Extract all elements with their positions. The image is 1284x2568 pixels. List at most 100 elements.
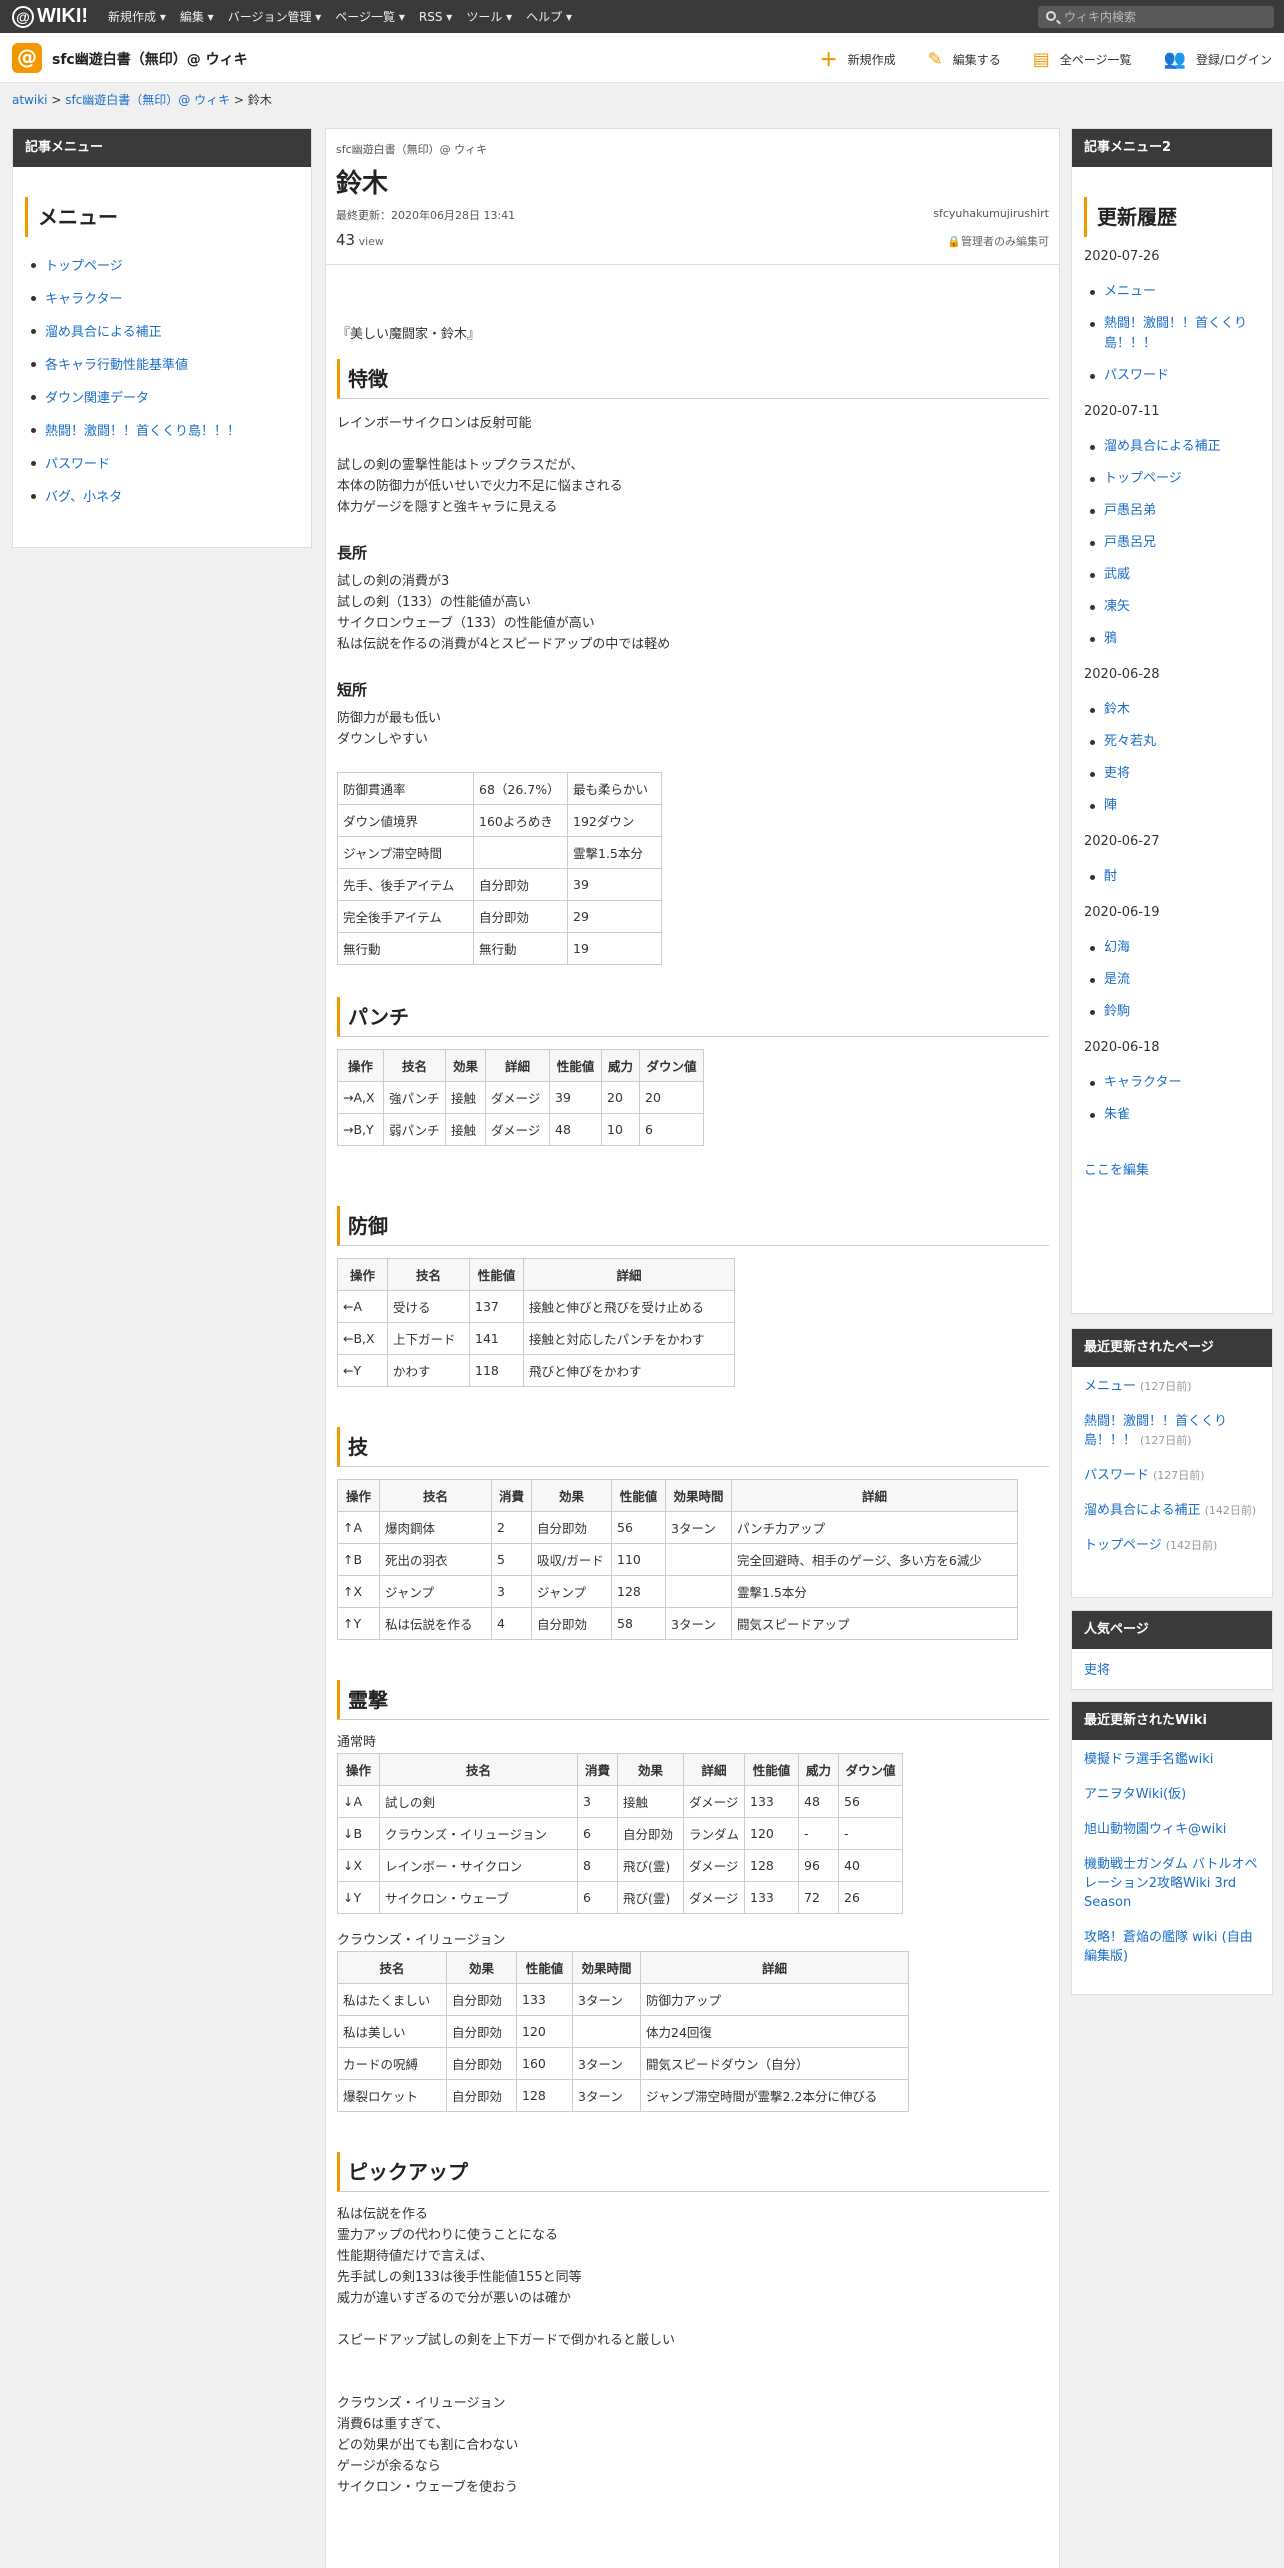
table-header-cell: 消費 [491, 1479, 532, 1512]
recent-wiki-link[interactable]: 機動戦士ガンダム バトルオペレーション2攻略Wiki 3rd Season [1084, 1855, 1260, 1912]
table-cell: 自分即効 [446, 2015, 517, 2048]
table-cell: 39 [549, 1081, 602, 1114]
table-cell: 56 [838, 1785, 904, 1818]
history-link[interactable]: 鴉 [1104, 631, 1117, 646]
top-menu-item[interactable]: ページ一覧 ▾ [335, 8, 405, 25]
top-menu-item[interactable]: 編集 ▾ [180, 8, 214, 25]
top-menu-item[interactable]: ヘルプ ▾ [526, 8, 572, 25]
top-menu-item[interactable]: 新規作成 ▾ [108, 8, 166, 25]
view-count: 43 view [336, 231, 384, 249]
history-link[interactable]: 熱闘！激闘！！首くくり島！！！ [1104, 316, 1247, 351]
right-menu-box: 記事メニュー2 更新履歴 2020-07-26 メニュー 熱闘！激闘！！首くくり島！… [1071, 128, 1273, 1314]
breadcrumb-link[interactable]: atwiki [12, 93, 48, 107]
table-cell: ↑Y [337, 1607, 380, 1640]
history-link[interactable]: 鈴木 [1104, 702, 1130, 717]
punch-row: →A,X 強パンチ 接触 ダメージ 39 20 20 [337, 1081, 704, 1114]
breadcrumb-link[interactable]: sfc幽遊白書（無印）@ ウィキ [65, 93, 230, 107]
table-cell: ↑X [337, 1575, 380, 1608]
left-menu-link[interactable]: バグ、小ネタ [45, 490, 122, 505]
table-cell: 防御力アップ [640, 1983, 909, 2016]
history-link[interactable]: 武威 [1104, 567, 1130, 582]
table-cell: 闘気スピードダウン（自分） [640, 2047, 909, 2080]
recent-page-link[interactable]: トップページ [1084, 1538, 1162, 1553]
table-cell: 6 [577, 1817, 618, 1850]
history-list: 鈴木 死々若丸 吏将陣 [1090, 700, 1272, 816]
features-line: 本体の防御力が低いせいで火力不足に悩まされる [337, 479, 623, 494]
table-cell: 霊撃1.5本分 [567, 836, 662, 869]
history-link[interactable]: 朱雀 [1104, 1107, 1130, 1122]
history-link[interactable]: 陣 [1104, 798, 1117, 813]
atwiki-logo[interactable]: @ WIKI! [12, 4, 88, 29]
history-link[interactable]: 幻海 [1104, 940, 1130, 955]
table-cell: ←A [337, 1290, 388, 1323]
history-link[interactable]: 戸愚呂兄 [1104, 535, 1156, 550]
cons-line: 防御力が最も低い [337, 711, 442, 726]
history-link[interactable]: 吏将 [1104, 766, 1130, 781]
right-menu-header: 記事メニュー2 [1072, 129, 1272, 167]
punch-row: →B,Y 弱パンチ 接触 ダメージ 48 10 6 [337, 1113, 704, 1146]
history-date: 2020-06-27 [1084, 834, 1160, 849]
site-action-button[interactable]: ＋ 新規作成 [820, 46, 896, 72]
recent-wiki-link[interactable]: アニヲタWiki(仮) [1084, 1785, 1260, 1804]
site-action-button[interactable]: ▤ 全ページ一覧 [1033, 49, 1132, 70]
page-author[interactable]: sfcyuhakumujirushirt [933, 207, 1049, 220]
recent-page-link[interactable]: 溜め具合による補正 [1084, 1503, 1201, 1518]
table-cell: 110 [611, 1543, 666, 1576]
table-cell: 118 [469, 1354, 524, 1387]
table-cell: 133 [744, 1785, 800, 1818]
history-date: 2020-07-11 [1084, 404, 1160, 419]
recent-wiki-list: 模擬ドラ選手名鑑wiki アニヲタWiki(仮) 旭山動物園ウィキ@wiki 機動戦士… [1072, 1740, 1272, 1992]
history-link[interactable]: 死々若丸 [1104, 734, 1156, 749]
left-menu-link[interactable]: キャラクター [45, 292, 122, 307]
history-link[interactable]: 酎 [1104, 869, 1117, 884]
pickup-line: スピードアップ試しの剣を上下ガードで倒かれると厳しい [337, 2333, 676, 2348]
recent-page-age: (127日前) [1153, 1469, 1205, 1482]
left-menu-link[interactable]: ダウン関連データ [45, 391, 149, 406]
stats-table: 防御貫通率 68（26.7%） 最も柔らかい ダウン値境界 160よろめき 192ダウンジ… [337, 772, 662, 965]
skill-row: ↑Y 私は伝説を作る 4 自分即効 58 3ターン 闘気スピードアップ [337, 1607, 1018, 1640]
table-cell: 120 [516, 2015, 573, 2048]
table-header-row: 技名 効果 性能値 効果時間 詳細 [337, 1951, 909, 1984]
top-menu-item[interactable]: RSS ▾ [419, 10, 452, 24]
site-action-button[interactable]: ✎ 編集する [928, 49, 1001, 70]
table-cell: クラウンズ・イリュージョン [379, 1817, 578, 1850]
history-link[interactable]: 鈴駒 [1104, 1004, 1130, 1019]
top-menu-item[interactable]: バージョン管理 ▾ [228, 8, 322, 25]
page-site-name[interactable]: sfc幽遊白書（無印）@ ウィキ [336, 141, 1049, 157]
table-header-cell: 詳細 [640, 1951, 909, 1984]
recent-wiki-link[interactable]: 攻略！蒼焔の艦隊 wiki (自由編集版) [1084, 1928, 1260, 1966]
table-cell: 防御貫通率 [337, 772, 474, 805]
history-item: 熱闘！激闘！！首くくり島！！！ [1090, 314, 1272, 354]
recent-page-link[interactable]: パスワード [1084, 1468, 1149, 1483]
search-input[interactable]: ウィキ内検索 [1038, 6, 1274, 28]
recent-pages-header: 最近更新されたページ [1072, 1329, 1272, 1367]
left-menu-link[interactable]: パスワード [45, 457, 110, 472]
left-menu-link[interactable]: 熱闘！激闘！！首くくり島！！！ [45, 424, 240, 439]
history-link[interactable]: メニュー [1104, 284, 1156, 299]
history-link[interactable]: 戸愚呂弟 [1104, 503, 1156, 518]
edit-menu-link[interactable]: ここを編集 [1084, 1159, 1272, 1178]
table-cell: 自分即効 [473, 900, 568, 933]
table-header-cell: 技名 [379, 1753, 578, 1786]
top-menu-item[interactable]: ツール ▾ [466, 8, 512, 25]
site-logo-icon[interactable]: @ [12, 43, 42, 73]
recent-pages-box: 最近更新されたページ メニュー (127日前) 熱闘！激闘！！首くくり島！！！ (12… [1071, 1328, 1273, 1598]
recent-page-link[interactable]: メニュー [1084, 1379, 1136, 1394]
site-title[interactable]: sfc幽遊白書（無印）@ ウィキ [52, 49, 248, 69]
table-header-cell: 効果 [531, 1479, 612, 1512]
recent-wiki-link[interactable]: 模擬ドラ選手名鑑wiki [1084, 1750, 1260, 1769]
left-menu-link[interactable]: 溜め具合による補正 [45, 325, 162, 340]
left-menu-link[interactable]: 各キャラ行動性能基準値 [45, 358, 188, 373]
history-link[interactable]: キャラクター [1104, 1075, 1181, 1090]
history-link[interactable]: トップページ [1104, 471, 1182, 486]
history-link[interactable]: 溜め具合による補正 [1104, 439, 1221, 454]
history-link[interactable]: パスワード [1104, 368, 1169, 383]
history-link[interactable]: 凍矢 [1104, 599, 1130, 614]
site-action-button[interactable]: 👥 登録/ログイン [1164, 49, 1272, 70]
left-menu-link[interactable]: トップページ [45, 259, 123, 274]
recent-wiki-box: 最近更新されたWiki 模擬ドラ選手名鑑wiki アニヲタWiki(仮) 旭山動物園… [1071, 1701, 1273, 1995]
table-cell: ↑A [337, 1511, 380, 1544]
popular-page-link[interactable]: 吏将 [1084, 1659, 1260, 1678]
history-link[interactable]: 是流 [1104, 972, 1130, 987]
recent-wiki-link[interactable]: 旭山動物園ウィキ@wiki [1084, 1820, 1260, 1839]
